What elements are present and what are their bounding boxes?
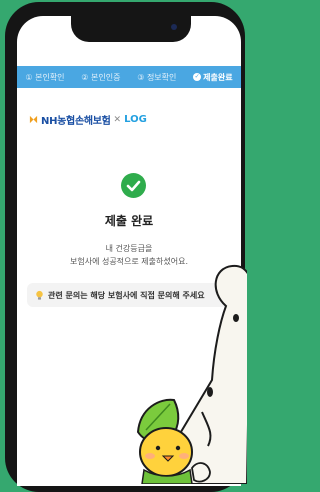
camera-icon xyxy=(171,24,177,30)
phone-notch xyxy=(71,16,191,42)
mascot-illustration xyxy=(136,264,247,484)
